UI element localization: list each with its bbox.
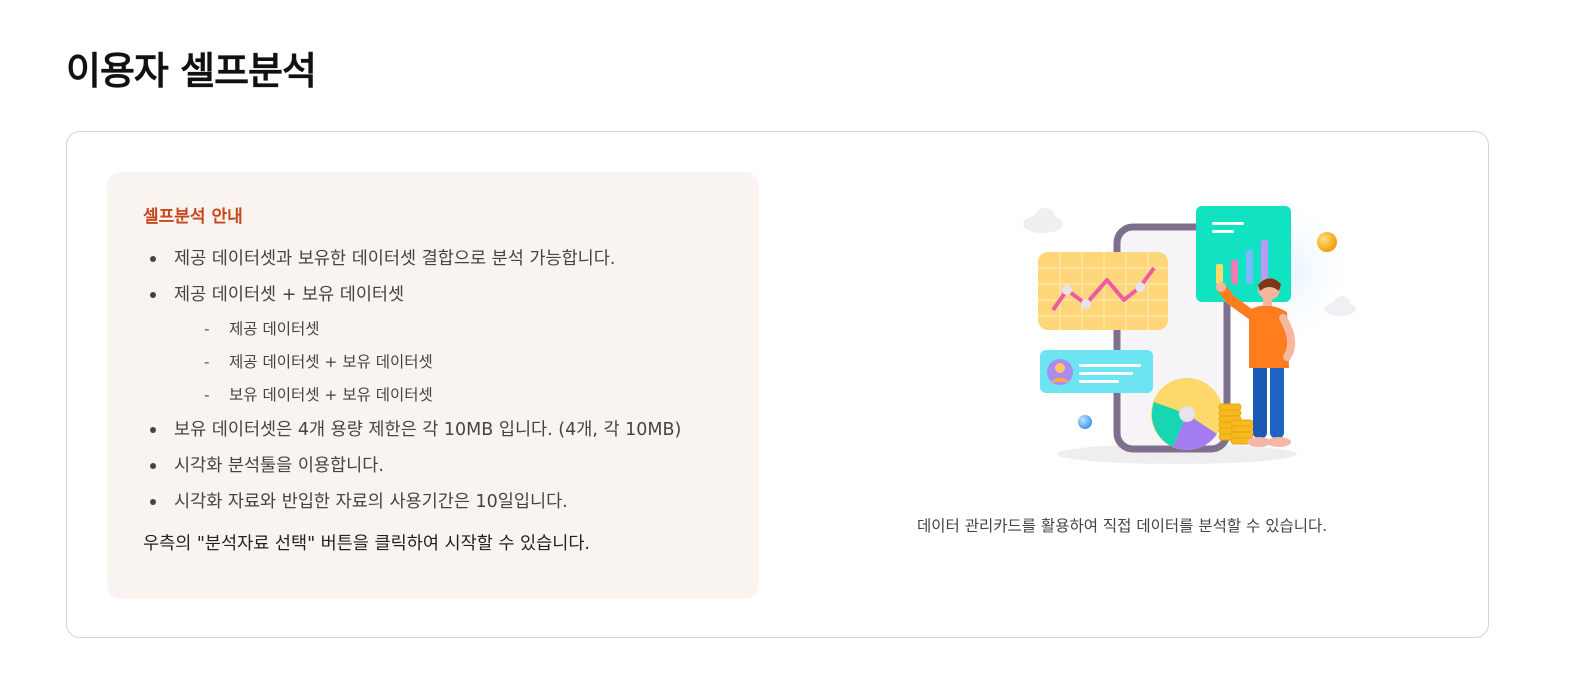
self-analysis-card: 셀프분석 안내 제공 데이터셋과 보유한 데이터셋 결합으로 분석 가능합니다.…: [66, 131, 1489, 638]
guide-item: 제공 데이터셋 + 보유 데이터셋 제공 데이터셋 제공 데이터셋 + 보유 데…: [143, 277, 723, 412]
guide-list: 제공 데이터셋과 보유한 데이터셋 결합으로 분석 가능합니다. 제공 데이터셋…: [143, 241, 723, 520]
pie-chart: [1151, 378, 1223, 450]
line-chart-card: [1038, 252, 1168, 330]
guide-sub-list: 제공 데이터셋 제공 데이터셋 + 보유 데이터셋 보유 데이터셋 + 보유 데…: [174, 313, 723, 412]
coin-stack: [1218, 403, 1254, 445]
data-analysis-illustration: [1023, 192, 1357, 464]
page-title: 이용자 셀프분석: [66, 49, 317, 93]
illustration-caption: 데이터 관리카드를 활용하여 직접 데이터를 분석할 수 있습니다.: [917, 517, 1328, 535]
guide-item: 시각화 자료와 반입한 자료의 사용기간은 10일입니다.: [143, 484, 723, 520]
cloud-icon: [1023, 208, 1063, 233]
guide-item: 보유 데이터셋은 4개 용량 제한은 각 10MB 입니다. (4개, 각 10…: [143, 412, 723, 448]
guide-sub-item: 제공 데이터셋 + 보유 데이터셋: [174, 346, 723, 379]
guide-item: 제공 데이터셋과 보유한 데이터셋 결합으로 분석 가능합니다.: [143, 241, 723, 277]
guide-item: 시각화 분석툴을 이용합니다.: [143, 448, 723, 484]
guide-box: 셀프분석 안내 제공 데이터셋과 보유한 데이터셋 결합으로 분석 가능합니다.…: [107, 172, 759, 599]
guide-item-text: 제공 데이터셋 + 보유 데이터셋: [174, 285, 405, 305]
guide-title: 셀프분석 안내: [143, 207, 243, 227]
profile-card: [1040, 350, 1153, 393]
guide-sub-item: 제공 데이터셋: [174, 313, 723, 346]
guide-sub-item: 보유 데이터셋 + 보유 데이터셋: [174, 379, 723, 412]
guide-footer: 우측의 "분석자료 선택" 버튼을 클릭하여 시작할 수 있습니다.: [143, 534, 590, 554]
